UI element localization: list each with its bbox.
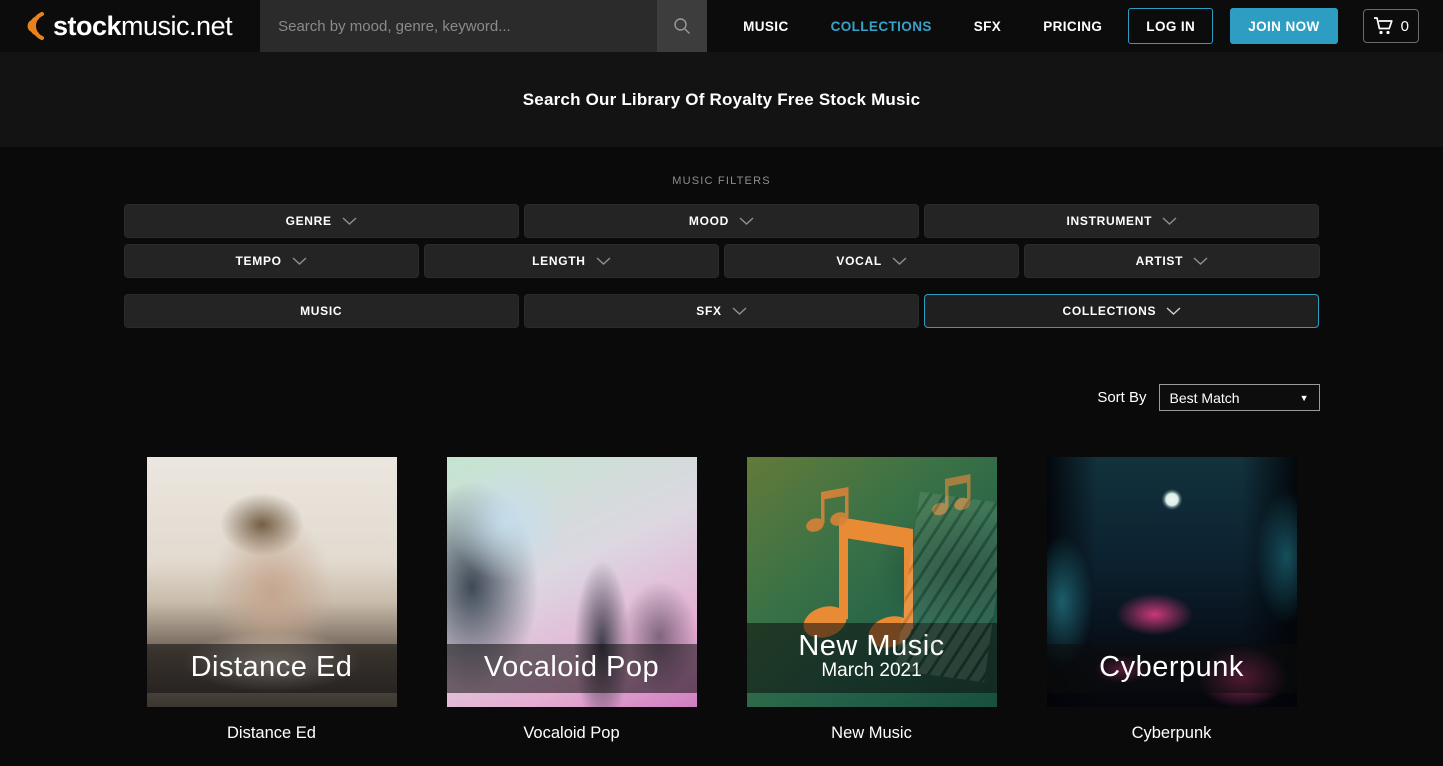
filter-mood[interactable]: MOOD [524, 204, 919, 238]
filter-instrument[interactable]: INSTRUMENT [924, 204, 1319, 238]
filter-label: COLLECTIONS [1062, 304, 1156, 318]
filter-label: ARTIST [1136, 254, 1184, 268]
nav-link-pricing[interactable]: PRICING [1043, 19, 1102, 34]
cover-title: Cyberpunk [1047, 652, 1297, 682]
search-input[interactable] [260, 0, 657, 52]
filter-tempo[interactable]: TEMPO [124, 244, 419, 278]
collection-card-cyberpunk[interactable]: Cyberpunk Cyberpunk [1047, 457, 1297, 743]
chevron-down-icon [292, 257, 307, 265]
filter-row-3: MUSIC SFX COLLECTIONS [124, 294, 1320, 328]
search-icon [672, 16, 692, 36]
cover-title: Distance Ed [147, 652, 397, 682]
sort-row: Sort By Best Match ▼ [124, 384, 1320, 411]
sort-select[interactable]: Best Match ▼ [1159, 384, 1320, 411]
filter-music-type[interactable]: MUSIC [124, 294, 519, 328]
collection-caption[interactable]: Distance Ed [147, 724, 397, 743]
filter-vocal[interactable]: VOCAL [724, 244, 1019, 278]
collection-caption[interactable]: Cyberpunk [1047, 724, 1297, 743]
chevron-down-icon [732, 307, 747, 315]
filter-label: MOOD [689, 214, 729, 228]
auth-area: LOG IN JOIN NOW 0 [1128, 0, 1419, 52]
collection-card-new-music[interactable]: New Music March 2021 New Music [747, 457, 997, 743]
login-button[interactable]: LOG IN [1128, 8, 1213, 44]
filter-length[interactable]: LENGTH [424, 244, 719, 278]
filter-collections-type[interactable]: COLLECTIONS [924, 294, 1319, 328]
search-button[interactable] [657, 0, 707, 52]
nav-link-sfx[interactable]: SFX [974, 19, 1001, 34]
logo-text: stockmusic.net [53, 11, 232, 42]
top-navbar: stockmusic.net MUSIC COLLECTIONS SFX PRI… [0, 0, 1443, 52]
chevron-down-icon [892, 257, 907, 265]
filters-section-label: MUSIC FILTERS [0, 175, 1443, 187]
filter-label: SFX [696, 304, 721, 318]
main-nav: MUSIC COLLECTIONS SFX PRICING [743, 0, 1102, 52]
cover-title-band: Vocaloid Pop [447, 644, 697, 693]
cart-count: 0 [1401, 18, 1409, 35]
chevron-down-icon [1193, 257, 1208, 265]
collections-grid: Distance Ed Distance Ed Vocaloid Pop Voc… [0, 457, 1443, 743]
collection-cover-image: Distance Ed [147, 457, 397, 707]
sort-label: Sort By [1097, 389, 1146, 406]
filter-artist[interactable]: ARTIST [1024, 244, 1319, 278]
collection-card-vocaloid-pop[interactable]: Vocaloid Pop Vocaloid Pop [447, 457, 697, 743]
cover-subtitle: March 2021 [747, 661, 997, 682]
filter-sfx-type[interactable]: SFX [524, 294, 919, 328]
site-logo[interactable]: stockmusic.net [20, 0, 232, 52]
collection-caption[interactable]: New Music [747, 724, 997, 743]
collection-card-distance-ed[interactable]: Distance Ed Distance Ed [147, 457, 397, 743]
cart-button[interactable]: 0 [1363, 9, 1419, 43]
cover-title-band: Distance Ed [147, 644, 397, 693]
soundwave-icon [20, 8, 50, 44]
filter-row-1: GENRE MOOD INSTRUMENT [124, 204, 1320, 238]
sort-selected-value: Best Match [1170, 390, 1240, 406]
filter-label: VOCAL [836, 254, 882, 268]
chevron-down-icon [739, 217, 754, 225]
chevron-down-icon [596, 257, 611, 265]
filter-label: INSTRUMENT [1066, 214, 1152, 228]
cover-title-band: New Music March 2021 [747, 623, 997, 693]
dropdown-arrow-icon: ▼ [1300, 393, 1309, 403]
filter-label: GENRE [286, 214, 332, 228]
chevron-down-icon [1166, 307, 1181, 315]
collection-cover-image: New Music March 2021 [747, 457, 997, 707]
filter-row-2: TEMPO LENGTH VOCAL ARTIST [124, 244, 1320, 278]
chevron-down-icon [342, 217, 357, 225]
search-bar [260, 0, 707, 52]
cover-title-band: Cyberpunk [1047, 644, 1297, 693]
collection-cover-image: Vocaloid Pop [447, 457, 697, 707]
filter-label: TEMPO [236, 254, 282, 268]
nav-link-music[interactable]: MUSIC [743, 19, 789, 34]
nav-link-collections[interactable]: COLLECTIONS [831, 19, 932, 34]
hero-banner: Search Our Library Of Royalty Free Stock… [0, 52, 1443, 147]
filter-label: LENGTH [532, 254, 586, 268]
cover-title: Vocaloid Pop [447, 652, 697, 682]
filter-genre[interactable]: GENRE [124, 204, 519, 238]
collection-caption[interactable]: Vocaloid Pop [447, 724, 697, 743]
chevron-down-icon [1162, 217, 1177, 225]
filters-section: MUSIC FILTERS GENRE MOOD INSTRUMENT TEMP… [0, 147, 1443, 328]
collection-cover-image: Cyberpunk [1047, 457, 1297, 707]
cart-icon [1373, 16, 1395, 36]
page-title: Search Our Library Of Royalty Free Stock… [523, 90, 921, 110]
cover-title: New Music [747, 631, 997, 661]
filters-grid: GENRE MOOD INSTRUMENT TEMPO LENGTH [124, 204, 1320, 328]
filter-label: MUSIC [300, 304, 342, 318]
join-now-button[interactable]: JOIN NOW [1230, 8, 1337, 44]
